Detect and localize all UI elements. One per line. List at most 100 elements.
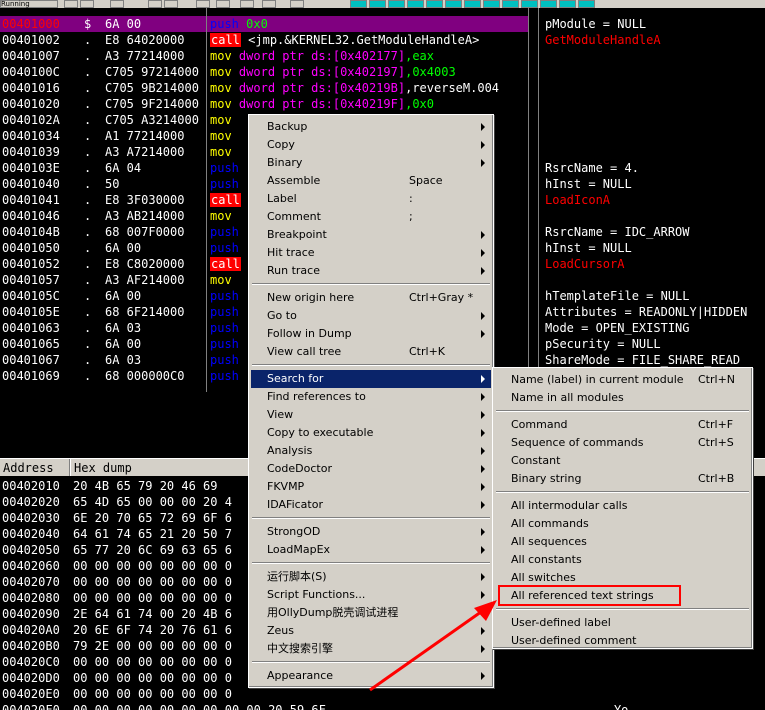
step-into-button[interactable] <box>196 0 210 8</box>
menu-item[interactable]: All constants <box>495 551 750 569</box>
menu-item[interactable]: Hit trace <box>251 244 491 262</box>
execute-till-return-button[interactable] <box>290 0 304 8</box>
toolbar-letter-button[interactable] <box>540 0 557 8</box>
jump-marker: . <box>84 241 92 255</box>
trace-over-button[interactable] <box>262 0 276 8</box>
toolbar-letter-button[interactable] <box>388 0 405 8</box>
disasm-row[interactable]: 0040100C. C705 97214000 mov dword ptr ds:[… <box>0 64 765 80</box>
dump-hex: 00 00 00 00 00 00 00 0 <box>73 671 232 685</box>
menu-item[interactable]: User-defined comment <box>495 632 750 650</box>
disasm-row[interactable]: 00401000 $6A 00 push 0x0 <box>0 16 765 32</box>
instruction: mov <box>210 144 239 160</box>
menu-item[interactable]: CodeDoctor <box>251 460 491 478</box>
trace-into-button[interactable] <box>240 0 254 8</box>
hex-column-header[interactable]: Hex dump <box>74 460 132 476</box>
menu-item[interactable]: StrongOD <box>251 523 491 541</box>
dump-address: 00402030 <box>2 511 60 525</box>
menu-item-label: Name (label) in current module <box>511 373 684 386</box>
address: 0040103E <box>2 161 60 175</box>
menu-item[interactable]: All intermodular calls <box>495 497 750 515</box>
dump-hex: 00 00 00 00 00 00 00 0 <box>73 687 232 701</box>
menu-item[interactable]: All commands <box>495 515 750 533</box>
menu-item[interactable]: Comment; <box>251 208 491 226</box>
jump-marker: . <box>84 193 92 207</box>
menu-item[interactable]: Search for <box>251 370 491 388</box>
hex-bytes: 6A 00 <box>105 241 142 255</box>
toolbar-letter-button[interactable] <box>407 0 424 8</box>
toolbar-letter-button[interactable] <box>350 0 367 8</box>
step-over-button[interactable] <box>216 0 230 8</box>
dump-hex: 6E 20 70 65 72 69 6F 6 <box>73 511 232 525</box>
search-for-submenu: Name (label) in current module Ctrl+N Name… <box>492 367 753 649</box>
jump-marker: . <box>84 305 92 319</box>
menu-item[interactable]: Copy to executable <box>251 424 491 442</box>
pause-button[interactable] <box>164 0 178 8</box>
hex-bytes: E8 3F030000 <box>105 193 185 207</box>
instruction: call <jmp.&KERNEL32.GetModuleHandleA> <box>210 32 479 48</box>
menu-item[interactable]: Binary <box>251 154 491 172</box>
menu-item[interactable]: Label: <box>251 190 491 208</box>
menu-item-label: Constant <box>511 454 561 467</box>
menu-item[interactable]: Constant <box>495 452 750 470</box>
toolbar-letter-button[interactable] <box>426 0 443 8</box>
menu-item[interactable]: Script Functions... <box>251 586 491 604</box>
dump-hex: 00 00 00 00 00 00 00 0 <box>73 559 232 573</box>
disasm-row[interactable]: 00401016. C705 9B214000 mov dword ptr ds:[… <box>0 80 765 96</box>
hex-bytes: E8 C8020000 <box>105 257 185 271</box>
menu-item[interactable]: 中文搜索引擎 <box>251 640 491 658</box>
close-button[interactable] <box>110 0 124 8</box>
toolbar-letter-button[interactable] <box>464 0 481 8</box>
jump-marker: . <box>84 273 92 287</box>
menu-item[interactable]: Run trace <box>251 262 491 280</box>
menu-item[interactable]: View call tree Ctrl+K <box>251 343 491 361</box>
disasm-row[interactable]: 00401020. C705 9F214000 mov dword ptr ds:[… <box>0 96 765 112</box>
menu-item[interactable]: Go to <box>251 307 491 325</box>
menu-item[interactable]: All sequences <box>495 533 750 551</box>
dump-address: 004020B0 <box>2 639 60 653</box>
header-divider[interactable] <box>69 459 71 477</box>
toolbar-letter-button[interactable] <box>445 0 462 8</box>
menu-item[interactable]: 运行脚本(S) <box>251 568 491 586</box>
operand: 0x0 <box>246 17 268 31</box>
menu-item[interactable]: View <box>251 406 491 424</box>
instruction: push <box>210 336 246 352</box>
run-button[interactable] <box>148 0 162 8</box>
chevron-right-icon <box>481 501 485 509</box>
toolbar-letter-button[interactable] <box>502 0 519 8</box>
menu-item[interactable]: Command Ctrl+F <box>495 416 750 434</box>
menu-item[interactable]: Zeus <box>251 622 491 640</box>
menu-item[interactable]: Backup <box>251 118 491 136</box>
menu-item[interactable]: User-defined label <box>495 614 750 632</box>
menu-item[interactable]: Assemble Space <box>251 172 491 190</box>
menu-item[interactable]: FKVMP <box>251 478 491 496</box>
menu-item[interactable]: Appearance <box>251 667 491 685</box>
toolbar-letter-button[interactable] <box>369 0 386 8</box>
toolbar-letter-button[interactable] <box>559 0 576 8</box>
address: 00401016 <box>2 81 60 95</box>
jump-marker: . <box>84 177 92 191</box>
menu-item[interactable]: Follow in Dump <box>251 325 491 343</box>
opcode: push <box>210 289 239 303</box>
menu-item[interactable]: Copy <box>251 136 491 154</box>
menu-item[interactable]: Binary string Ctrl+B <box>495 470 750 488</box>
menu-item[interactable]: New origin here Ctrl+Gray * <box>251 289 491 307</box>
menu-item[interactable]: 用OllyDump脱壳调试进程 <box>251 604 491 622</box>
rewind-button[interactable] <box>64 0 78 8</box>
menu-item[interactable]: LoadMapEx <box>251 541 491 559</box>
menu-item[interactable]: Analysis <box>251 442 491 460</box>
back-button[interactable] <box>80 0 94 8</box>
toolbar-letter-button[interactable] <box>483 0 500 8</box>
menu-item[interactable]: Find references to <box>251 388 491 406</box>
toolbar-letter-button[interactable] <box>578 0 595 8</box>
menu-item[interactable]: IDAFicator <box>251 496 491 514</box>
menu-item[interactable]: Sequence of commands Ctrl+S <box>495 434 750 452</box>
menu-item[interactable]: Name (label) in current module Ctrl+N <box>495 371 750 389</box>
opcode: push <box>210 241 239 255</box>
menu-item[interactable]: Breakpoint <box>251 226 491 244</box>
address-column-header[interactable]: Address <box>3 460 54 476</box>
menu-item-shortcut: : <box>409 192 413 205</box>
toolbar-letter-button[interactable] <box>521 0 538 8</box>
disasm-row[interactable]: 00401007. A3 77214000 mov dword ptr ds:[0x… <box>0 48 765 64</box>
menu-item[interactable]: Name in all modules <box>495 389 750 407</box>
dump-address: 00402020 <box>2 495 60 509</box>
